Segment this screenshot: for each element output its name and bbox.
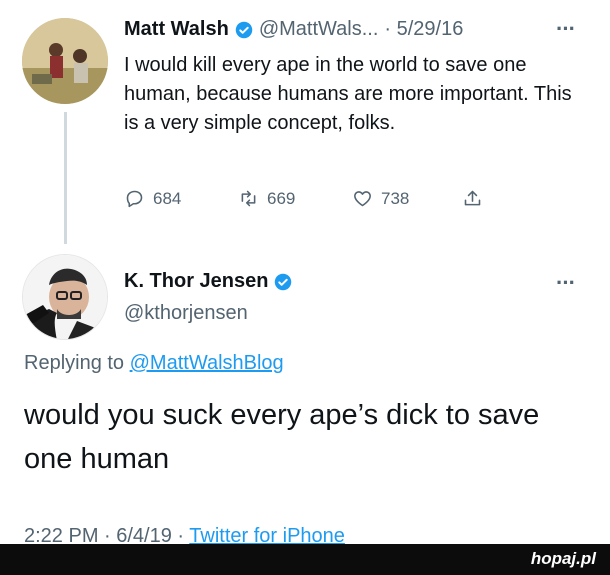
replying-to-label: Replying to — [24, 352, 125, 374]
retweet-button[interactable]: 669 — [238, 188, 352, 209]
tweet1-author-name[interactable]: Matt Walsh — [124, 18, 229, 41]
avatar-matt-walsh[interactable] — [22, 18, 108, 104]
tweet1-date[interactable]: · 5/29/16 — [384, 18, 463, 41]
tweet1-text: I would kill every ape in the world to s… — [124, 54, 572, 134]
share-icon — [464, 190, 481, 206]
tweet2-text: would you suck every ape’s dick to save … — [24, 399, 540, 475]
tweet1-header: Matt Walsh @MattWals... · 5/29/16 — [124, 18, 463, 41]
verified-badge-icon — [235, 21, 253, 38]
tweet2-author-name[interactable]: K. Thor Jensen — [124, 270, 268, 293]
share-button[interactable] — [462, 188, 483, 209]
like-button[interactable]: 738 — [352, 188, 462, 209]
avatar-photo-icon — [23, 255, 107, 339]
tweet2-author-handle[interactable]: @kthorjensen — [124, 302, 248, 325]
avatar-k-thor-jensen[interactable] — [22, 254, 108, 340]
retweet-count: 669 — [267, 188, 296, 208]
tweet1-more-options-icon[interactable]: ··· — [556, 16, 576, 42]
avatar-photo-icon — [22, 18, 108, 104]
reply-count: 684 — [153, 188, 182, 208]
verified-badge-icon — [275, 273, 292, 290]
tweet2-header: K. Thor Jensen — [124, 270, 292, 293]
tweet1-author-handle[interactable]: @MattWals... — [259, 18, 379, 41]
replying-to-line: Replying to @MattWalshBlog — [24, 352, 284, 375]
thread-connector-line — [64, 112, 67, 244]
replying-to-handle-link[interactable]: @MattWalshBlog — [130, 352, 284, 374]
retweet-icon — [241, 190, 256, 207]
watermark-logo: hopaj.pl — [530, 549, 596, 568]
heart-icon — [354, 191, 371, 207]
tweet1-action-bar: 684 669 738 — [124, 188, 524, 209]
like-count: 738 — [381, 188, 410, 208]
reply-icon — [126, 190, 143, 208]
watermark-bar: hopaj.pl — [0, 544, 610, 575]
tweet2-more-options-icon[interactable]: ··· — [556, 270, 576, 296]
reply-button[interactable]: 684 — [124, 188, 238, 209]
